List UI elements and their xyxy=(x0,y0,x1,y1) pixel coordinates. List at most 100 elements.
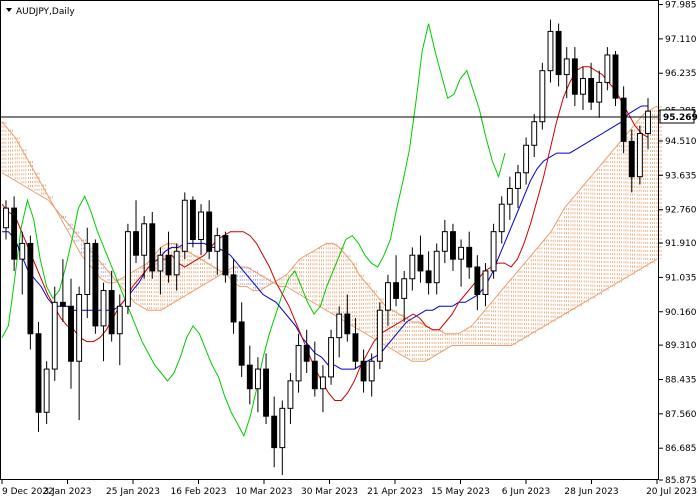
candle-body xyxy=(100,290,107,327)
candle-body xyxy=(254,368,261,390)
x-tick-label: 3 Jan 2023 xyxy=(43,487,91,497)
current-price-label: 95.269 xyxy=(663,113,698,123)
candle-body xyxy=(344,313,351,335)
candle-body xyxy=(506,187,513,205)
y-tick-label: 90.160 xyxy=(665,308,697,318)
candle-body xyxy=(555,30,562,76)
candle-body xyxy=(360,360,367,382)
candle-body xyxy=(450,231,456,260)
symbol-title: AUDJPY,Daily xyxy=(16,7,75,17)
candle-body xyxy=(279,407,286,449)
y-tick-label: 85.875 xyxy=(665,476,697,486)
candle-body xyxy=(482,270,489,295)
candle-body xyxy=(76,293,83,362)
x-tick-label: 25 Jan 2023 xyxy=(106,487,160,497)
candle-body xyxy=(393,282,400,299)
candle-body xyxy=(433,250,440,284)
candle-body xyxy=(547,30,554,72)
candle-body xyxy=(596,81,603,103)
y-tick-label: 93.635 xyxy=(665,171,697,181)
candle-body xyxy=(474,266,481,295)
candle-body xyxy=(417,254,424,272)
candle-body xyxy=(295,345,302,382)
candle-body xyxy=(43,368,50,413)
y-tick-label: 89.310 xyxy=(665,341,697,351)
candle-body xyxy=(92,242,99,327)
candle-body xyxy=(246,364,253,390)
candle-body xyxy=(336,313,343,339)
price-axis: 97.98597.11096.23595.28594.51093.63592.7… xyxy=(659,1,697,486)
candle-body xyxy=(133,231,139,256)
symbol-header: AUDJPY,Daily xyxy=(6,7,75,17)
candle-body xyxy=(238,321,245,366)
candle-body xyxy=(11,207,18,260)
candle-body xyxy=(604,54,611,83)
y-tick-label: 91.910 xyxy=(665,239,697,249)
candle-body xyxy=(368,360,375,382)
candle-body xyxy=(214,235,221,252)
candle-body xyxy=(523,144,530,174)
candle-body xyxy=(588,78,595,103)
x-tick-label: 10 Mar 2023 xyxy=(235,487,292,497)
x-tick-label: 16 Feb 2023 xyxy=(170,487,226,497)
candle-body xyxy=(84,242,91,295)
candle-body xyxy=(59,301,66,307)
x-tick-label: 15 May 2023 xyxy=(431,487,490,497)
y-tick-label: 94.510 xyxy=(665,137,697,147)
candle-body xyxy=(376,309,383,362)
candle-body xyxy=(68,305,74,362)
candle-body xyxy=(303,345,310,362)
y-tick-label: 92.760 xyxy=(665,206,697,216)
candle-body xyxy=(141,223,148,256)
candle-body xyxy=(287,380,294,409)
candle-body xyxy=(425,270,432,284)
candle-body xyxy=(206,211,213,252)
y-tick-label: 88.435 xyxy=(665,375,697,385)
y-tick-label: 91.035 xyxy=(665,273,697,283)
price-chart[interactable]: 97.98597.11096.23595.28594.51093.63592.7… xyxy=(0,0,700,500)
candle-body xyxy=(458,246,465,260)
candle-body xyxy=(571,58,578,95)
candle-body xyxy=(116,305,123,335)
candle-body xyxy=(3,207,9,229)
candle-body xyxy=(498,203,505,233)
candle-body xyxy=(230,274,237,323)
y-tick-label: 86.685 xyxy=(665,444,697,454)
candle-body xyxy=(441,231,448,252)
y-tick-label: 96.235 xyxy=(665,69,697,79)
candle-body xyxy=(19,242,26,260)
chart-window: 97.98597.11096.23595.28594.51093.63592.7… xyxy=(0,0,700,500)
candle-body xyxy=(352,333,359,362)
candle-body xyxy=(636,132,643,178)
candle-body xyxy=(580,78,586,95)
candle-body xyxy=(645,110,651,134)
current-price-tag: 95.269 xyxy=(659,109,698,124)
x-tick-label: 6 Jun 2023 xyxy=(502,487,550,497)
candle-body xyxy=(222,235,229,276)
x-tick-label: 28 Jun 2023 xyxy=(564,487,618,497)
candle-body xyxy=(189,199,196,241)
candle-body xyxy=(108,290,115,335)
candle-body xyxy=(124,231,131,307)
x-tick-label: 20 Jul 2023 xyxy=(646,487,697,497)
y-tick-label: 97.985 xyxy=(665,1,697,11)
candle-body xyxy=(181,199,188,252)
candle-body xyxy=(271,415,278,449)
candle-body xyxy=(51,301,58,370)
y-tick-label: 87.560 xyxy=(665,410,697,420)
candle-body xyxy=(165,254,172,276)
candle-body xyxy=(531,121,538,146)
candle-body xyxy=(173,250,180,276)
candle-body xyxy=(263,368,269,417)
candle-body xyxy=(490,231,497,272)
candle-body xyxy=(539,70,546,123)
candle-body xyxy=(409,254,416,280)
candle-body xyxy=(563,58,570,76)
candle-body xyxy=(515,172,521,189)
candle-body xyxy=(198,211,204,241)
candle-body xyxy=(466,246,473,268)
x-tick-label: 21 Apr 2023 xyxy=(367,487,423,497)
x-tick-label: 30 Mar 2023 xyxy=(301,487,358,497)
candle-body xyxy=(311,360,318,390)
y-tick-label: 97.110 xyxy=(665,35,697,45)
